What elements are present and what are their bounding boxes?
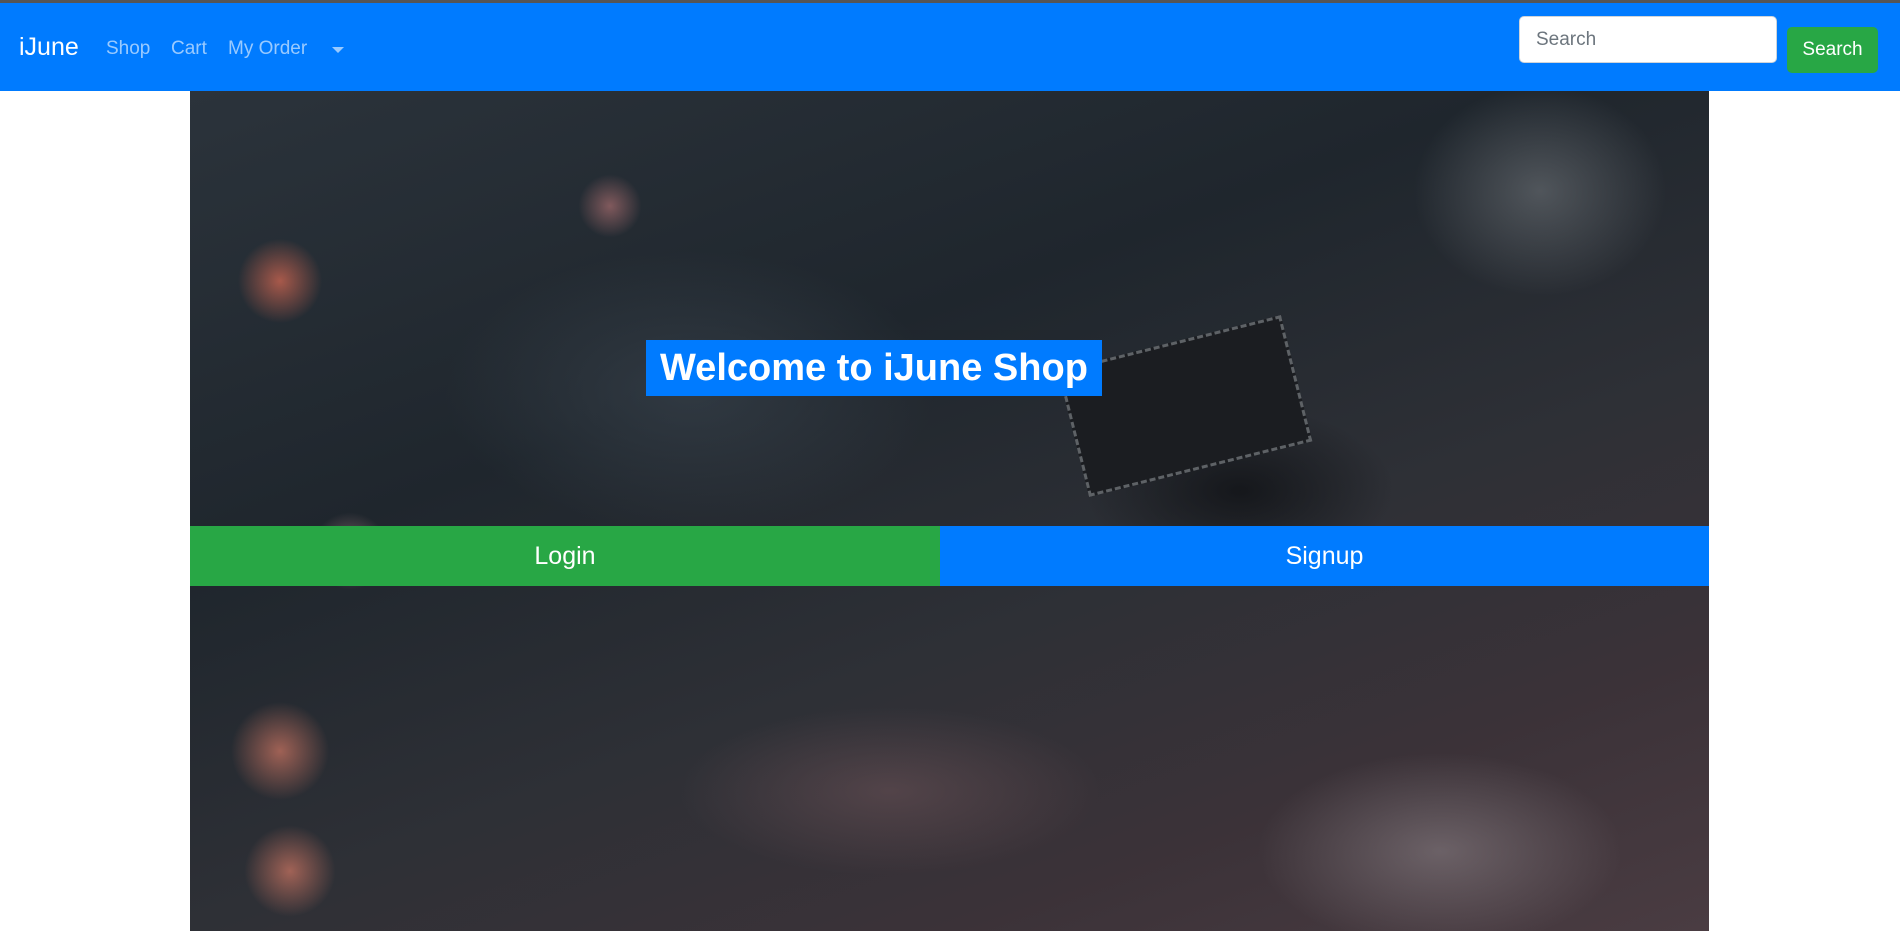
brand-logo[interactable]: iJune	[19, 33, 79, 62]
hero-banner: Welcome to iJune Shop Login Signup	[190, 91, 1709, 931]
nav-link-cart[interactable]: Cart	[171, 38, 207, 60]
signup-button[interactable]: Signup	[940, 526, 1709, 586]
navbar: iJune Shop Cart My Order Search	[0, 0, 1900, 91]
caret-down-icon[interactable]	[332, 47, 344, 53]
login-button[interactable]: Login	[190, 526, 940, 586]
search-button[interactable]: Search	[1787, 27, 1878, 73]
nav-link-my-order[interactable]: My Order	[228, 38, 307, 60]
hero-title: Welcome to iJune Shop	[646, 340, 1102, 396]
search-input[interactable]	[1519, 16, 1777, 63]
nav-link-shop[interactable]: Shop	[106, 38, 150, 60]
